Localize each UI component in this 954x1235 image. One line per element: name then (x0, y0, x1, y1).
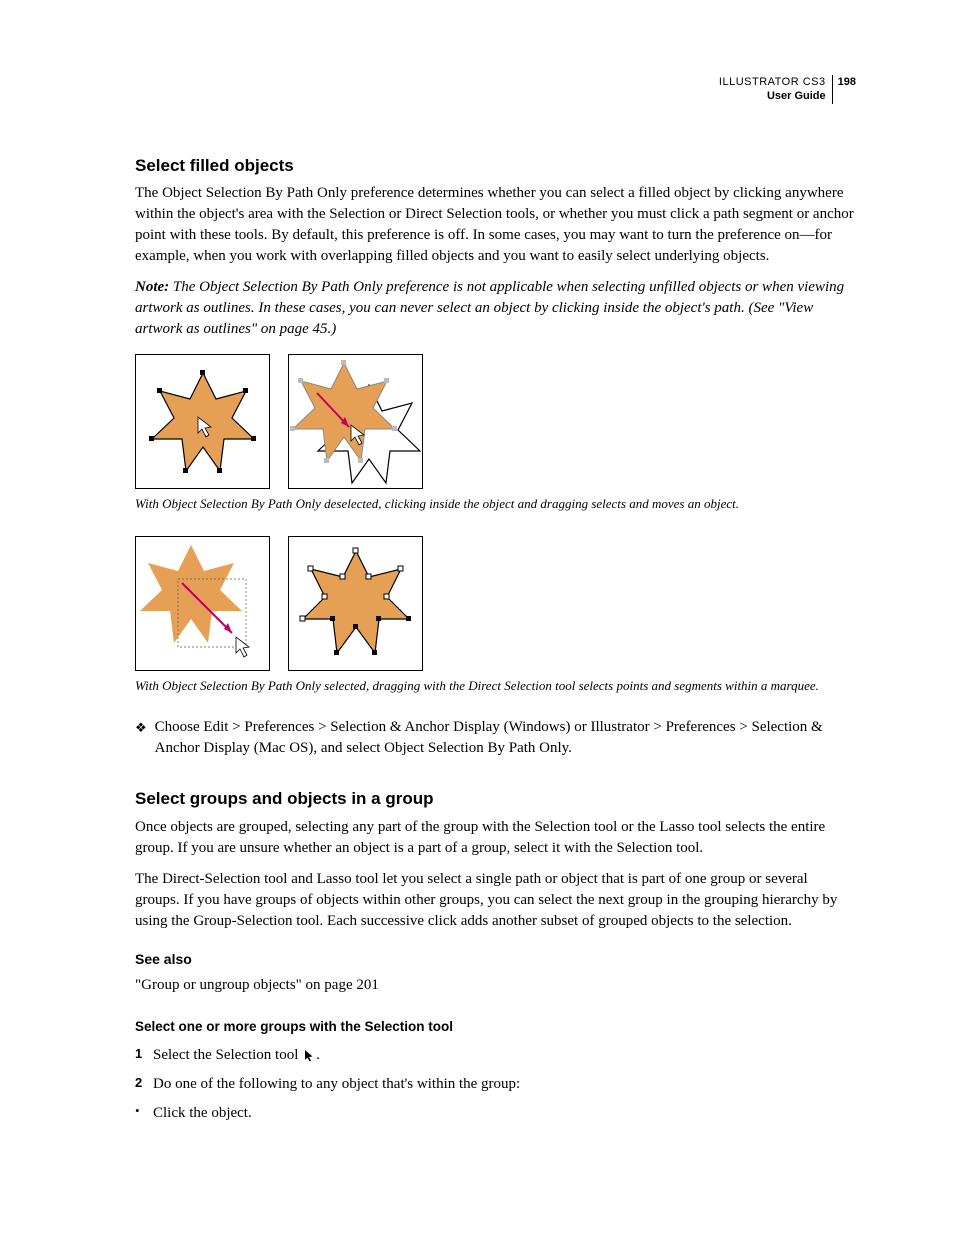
body-paragraph: The Direct-Selection tool and Lasso tool… (135, 869, 856, 932)
figure-box-2a (135, 536, 270, 671)
step-text: Do one of the following to any object th… (153, 1074, 520, 1095)
figure-box-1a (135, 354, 270, 489)
figure-row-2 (135, 536, 856, 671)
figure-row-1 (135, 354, 856, 489)
figure-caption-2: With Object Selection By Path Only selec… (135, 677, 856, 695)
body-paragraph: Once objects are grouped, selecting any … (135, 817, 856, 859)
note-label: Note: (135, 279, 169, 295)
section-heading-select-filled-objects: Select filled objects (135, 154, 856, 178)
diamond-bullet-icon: ❖ (135, 719, 147, 737)
page-header: ILLUSTRATOR CS3 User Guide 198 (135, 75, 856, 104)
instruction-text: Choose Edit > Preferences > Selection & … (155, 717, 856, 759)
section-heading-select-groups: Select groups and objects in a group (135, 787, 856, 811)
bullet-item: • Click the object. (135, 1103, 856, 1124)
step-number: 1 (135, 1045, 153, 1066)
numbered-step-2: 2 Do one of the following to any object … (135, 1074, 856, 1095)
see-also-link: "Group or ungroup objects" on page 201 (135, 975, 856, 996)
page-content: ILLUSTRATOR CS3 User Guide 198 Select fi… (0, 0, 954, 1172)
figure-box-1b (288, 354, 423, 489)
page-number: 198 (832, 75, 856, 104)
numbered-step-1: 1 Select the Selection tool . (135, 1045, 856, 1066)
instruction-step: ❖ Choose Edit > Preferences > Selection … (135, 717, 856, 759)
selection-tool-icon (304, 1049, 314, 1062)
step-number: 2 (135, 1074, 153, 1095)
bullet-text: Click the object. (153, 1103, 252, 1124)
figure-caption-1: With Object Selection By Path Only desel… (135, 495, 856, 513)
body-paragraph: The Object Selection By Path Only prefer… (135, 183, 856, 267)
step-text: Select the Selection tool . (153, 1045, 320, 1066)
header-subtitle: User Guide (719, 89, 826, 103)
see-also-heading: See also (135, 950, 856, 970)
figure-box-2b (288, 536, 423, 671)
subsection-heading: Select one or more groups with the Selec… (135, 1018, 856, 1037)
header-product-title: ILLUSTRATOR CS3 (719, 75, 826, 89)
bullet-dot-icon: • (135, 1103, 153, 1124)
note-paragraph: Note: The Object Selection By Path Only … (135, 277, 856, 340)
note-text: The Object Selection By Path Only prefer… (135, 279, 844, 337)
